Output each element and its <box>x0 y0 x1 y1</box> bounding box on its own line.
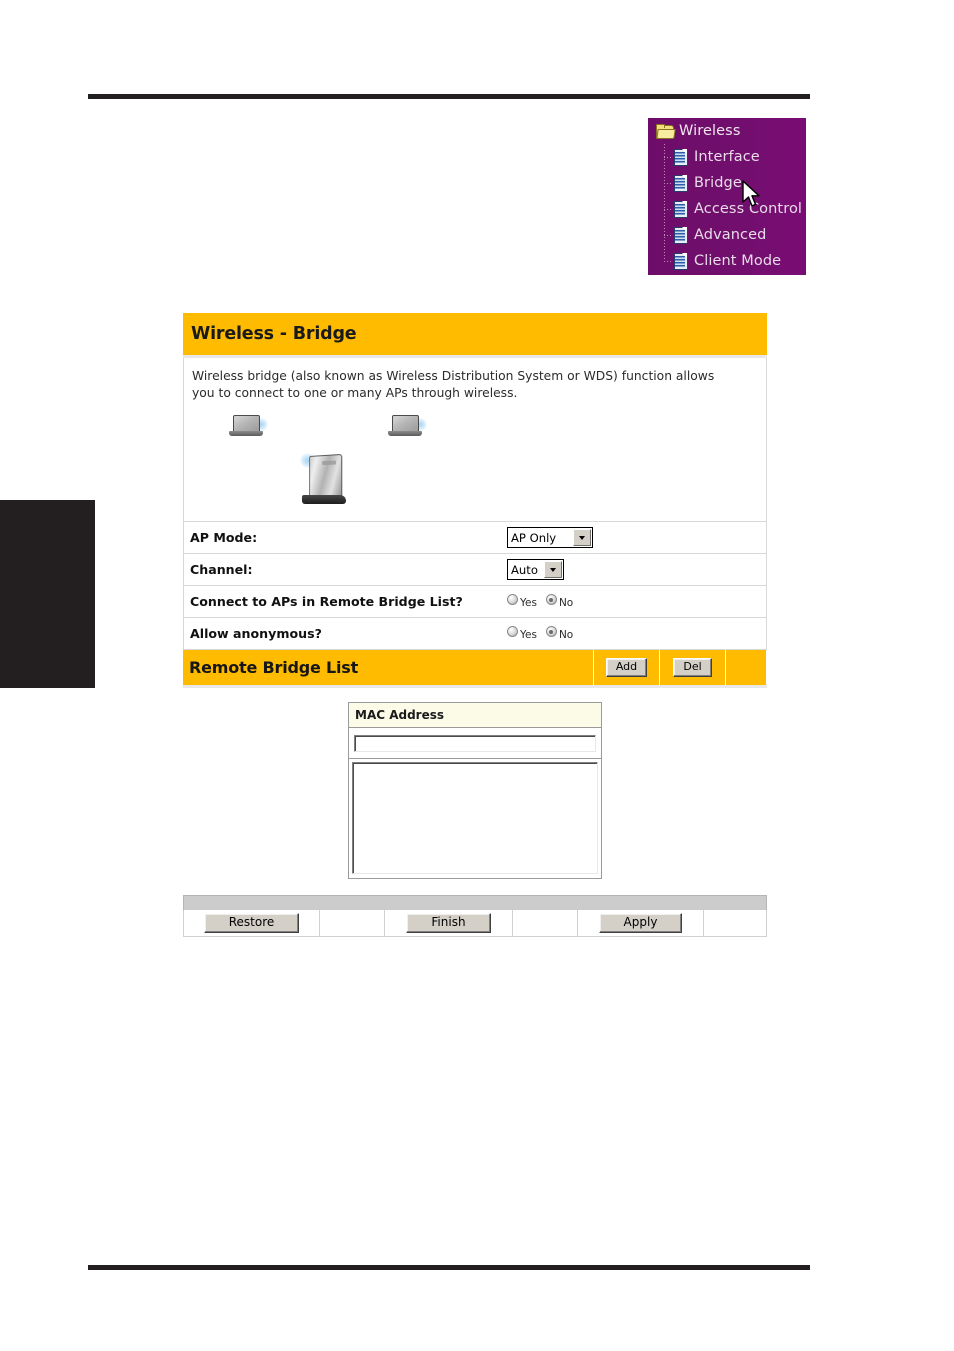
laptop-icon <box>388 415 427 439</box>
connect-to-aps-radio-group: Yes No <box>507 594 579 609</box>
folder-icon <box>656 124 676 139</box>
connect-to-aps-radio-no[interactable]: No <box>545 594 574 610</box>
value-ap-mode: AP Only <box>504 527 766 549</box>
action-gap-3 <box>704 910 766 936</box>
radio-icon[interactable] <box>507 594 518 606</box>
ap-mode-select[interactable]: AP Only <box>507 527 593 549</box>
tree-stub-icon <box>664 209 671 210</box>
add-button[interactable]: Add <box>605 658 648 678</box>
allow-anonymous-radio-yes[interactable]: Yes <box>507 626 537 641</box>
ap-mode-select-value: AP Only <box>511 531 557 546</box>
page-top-rule <box>88 94 810 99</box>
bridge-topology-diagram <box>192 407 758 515</box>
description-text: Wireless bridge (also known as Wireless … <box>192 369 715 400</box>
tree-stub-icon <box>664 261 671 262</box>
sidebar-item-client-mode[interactable]: Client Mode <box>648 248 806 274</box>
sidebar-item-label-wireless: Wireless <box>679 123 741 139</box>
tree-stub-icon <box>664 235 671 236</box>
radio-icon[interactable] <box>545 626 557 638</box>
panel-title-bar: Wireless - Bridge <box>183 313 767 358</box>
sidebar-item-advanced[interactable]: Advanced <box>648 222 806 248</box>
connect-to-aps-radio-no-label: No <box>558 597 574 610</box>
tree-stub-icon <box>664 183 671 184</box>
sidebar-item-bridge[interactable]: Bridge <box>648 170 806 196</box>
chapter-tab-marker <box>0 500 95 688</box>
router-config-panel: Wireless - Bridge Wireless bridge (also … <box>183 313 767 938</box>
sidebar-item-label-advanced: Advanced <box>694 227 767 243</box>
radio-icon[interactable] <box>507 626 518 638</box>
value-channel: Auto <box>504 559 766 581</box>
description-box: Wireless bridge (also known as Wireless … <box>183 358 767 523</box>
page-title: Wireless - Bridge <box>191 324 357 344</box>
sidebar-item-access-control[interactable]: Access Control <box>648 196 806 222</box>
action-gap-1 <box>320 910 385 937</box>
action-button-row: Restore Finish Apply <box>183 910 767 938</box>
add-button-cell: Add <box>594 650 660 686</box>
form-row-ap-mode: AP Mode: AP Only <box>183 522 767 555</box>
connect-to-aps-radio-yes[interactable]: Yes <box>507 594 537 609</box>
del-button-cell: Del <box>660 650 726 686</box>
action-gap-2 <box>513 910 578 937</box>
radio-icon[interactable] <box>545 594 557 606</box>
chevron-down-icon[interactable] <box>573 529 591 547</box>
mac-address-column-header: MAC Address <box>349 703 601 729</box>
wireless-nav-menu: Wireless Interface Bridge Access Control… <box>648 118 806 275</box>
sidebar-item-label-bridge: Bridge <box>694 175 742 191</box>
document-icon <box>674 201 688 218</box>
form-row-channel: Channel: Auto <box>183 554 767 587</box>
tree-stub-icon <box>664 157 671 158</box>
remote-bridge-list-bar: Remote Bridge List Add Del <box>183 650 767 689</box>
chevron-down-icon[interactable] <box>543 561 562 579</box>
label-channel: Channel: <box>190 562 253 578</box>
label-connect-to-aps: Connect to APs in Remote Bridge List? <box>190 594 463 610</box>
del-button[interactable]: Del <box>673 658 712 678</box>
mac-address-table: MAC Address <box>348 702 602 880</box>
connect-to-aps-radio-yes-label: Yes <box>520 597 537 610</box>
form-row-allow-anonymous: Allow anonymous? Yes No <box>183 618 767 651</box>
finish-button[interactable]: Finish <box>406 913 491 934</box>
laptop-icon <box>229 415 268 439</box>
document-icon <box>674 227 688 244</box>
channel-select-value: Auto <box>511 563 538 578</box>
router-icon <box>300 453 346 507</box>
finish-button-cell: Finish <box>385 910 513 937</box>
allow-anonymous-radio-yes-label: Yes <box>520 629 537 642</box>
apply-button-cell: Apply <box>578 910 704 937</box>
sidebar-item-label-interface: Interface <box>694 149 760 165</box>
mac-address-input-cell <box>349 728 601 760</box>
document-icon <box>674 253 688 270</box>
allow-anonymous-radio-no[interactable]: No <box>545 626 574 642</box>
allow-anonymous-radio-no-label: No <box>558 629 574 642</box>
allow-anonymous-radio-group: Yes No <box>507 626 579 641</box>
label-ap-mode: AP Mode: <box>190 530 258 546</box>
mac-address-listbox[interactable] <box>352 762 598 875</box>
page-bottom-rule <box>88 1265 810 1270</box>
restore-button[interactable]: Restore <box>203 913 300 934</box>
apply-button[interactable]: Apply <box>598 913 683 934</box>
form-row-connect-to-aps: Connect to APs in Remote Bridge List? Ye… <box>183 586 767 619</box>
action-bar-strip <box>183 895 767 911</box>
mac-address-input[interactable] <box>354 735 596 753</box>
sidebar-item-label-access-control: Access Control <box>694 201 803 217</box>
document-icon <box>674 149 688 166</box>
sidebar-item-label-client-mode: Client Mode <box>694 253 782 269</box>
mac-address-area: MAC Address <box>183 688 767 895</box>
list-bar-spacer <box>726 650 767 686</box>
restore-button-cell: Restore <box>184 910 320 937</box>
document-icon <box>674 175 688 192</box>
remote-bridge-list-title: Remote Bridge List <box>183 650 594 686</box>
sidebar-item-wireless[interactable]: Wireless <box>648 118 806 144</box>
channel-select[interactable]: Auto <box>507 559 564 581</box>
value-connect-to-aps: Yes No <box>504 594 766 609</box>
sidebar-item-interface[interactable]: Interface <box>648 144 806 170</box>
value-allow-anonymous: Yes No <box>504 626 766 641</box>
label-allow-anonymous: Allow anonymous? <box>190 626 322 642</box>
